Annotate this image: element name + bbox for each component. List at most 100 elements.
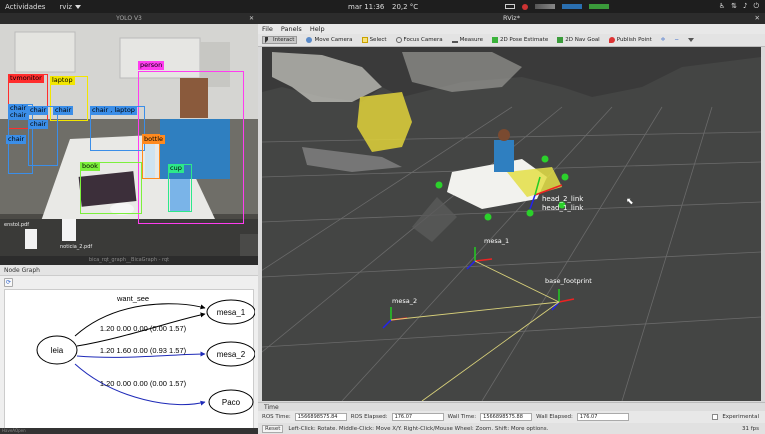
tool-2d-nav-goal[interactable]: 2D Nav Goal (557, 37, 600, 43)
detection-label: person (138, 61, 165, 70)
close-icon[interactable]: ✕ (249, 13, 254, 24)
weather-indicator[interactable]: 20,2 °C (392, 3, 418, 11)
footer-text: HaveAOpen (0, 428, 258, 434)
ros-elapsed-field[interactable]: 176.07 (391, 413, 444, 421)
node-label: mesa_1 (217, 308, 246, 317)
experimental-checkbox[interactable] (712, 414, 719, 420)
tool-label: 2D Nav Goal (565, 37, 600, 43)
detection-label: chair (8, 111, 29, 120)
detection-label: chair (28, 120, 49, 129)
time-panel: ROS Time: 1566898575.84 ROS Elapsed: 176… (258, 411, 765, 423)
detection-label: tvmonitor (8, 74, 44, 83)
yolo-camera-view: tvmonitor laptop person chair chair chai… (0, 24, 258, 256)
wall-elapsed-field[interactable]: 176.07 (576, 413, 629, 421)
rviz-window: RViz* ✕ File Panels Help Interact Move C… (258, 13, 765, 434)
focus-camera-icon (395, 37, 402, 43)
reset-button[interactable]: Reset (262, 424, 284, 433)
network-icon[interactable]: ⇅ (731, 2, 737, 11)
wall-elapsed-label: Wall Elapsed: (536, 414, 573, 420)
battery-icon[interactable] (505, 4, 515, 9)
rqt-window-title[interactable]: bica_rqt_graph__BicaGraph - rqt (0, 256, 258, 265)
tool-publish-point[interactable]: Publish Point (608, 37, 652, 43)
node-label: leia (51, 346, 64, 355)
tool-interact[interactable]: Interact (262, 36, 298, 44)
fps-readout: 31 fps (741, 425, 759, 432)
tool-move-camera[interactable]: Move Camera (306, 37, 353, 43)
ros-time-field[interactable]: 1566898575.84 (294, 413, 347, 421)
system-top-bar: Actividades rviz mar 11:36 20,2 °C ♿ ⇅ ♪… (0, 0, 765, 13)
wall-time-label: Wall Time: (447, 414, 477, 420)
tool-2d-pose-estimate[interactable]: 2D Pose Estimate (491, 37, 549, 43)
person-head (498, 129, 510, 141)
person-mesh (494, 140, 514, 172)
publish-point-icon (608, 37, 615, 43)
clock[interactable]: mar 11:36 (348, 3, 384, 11)
menu-panels[interactable]: Panels (281, 24, 302, 34)
ros-time-label: ROS Time: (262, 414, 291, 420)
file-label[interactable]: noticia_2.pdf (60, 244, 92, 250)
chart-indicator-icon[interactable] (535, 4, 555, 9)
edge-label: 1.20 0.00 0.00 (0.00 1.57) (100, 324, 187, 333)
edge-label: 1.20 1.60 0.00 (0.93 1.57) (100, 346, 187, 355)
frame-label: head_1_link (542, 204, 584, 212)
menu-help[interactable]: Help (310, 24, 325, 34)
chevron-down-icon (687, 38, 694, 42)
tool-options-button[interactable] (687, 38, 694, 42)
indicator-icon[interactable] (522, 3, 528, 10)
minus-icon: − (674, 37, 679, 43)
tool-label: Publish Point (616, 37, 652, 43)
add-tool-button[interactable]: ✛ (661, 37, 666, 43)
node-graph-header: Node Graph (0, 265, 258, 276)
tool-bar: Interact Move Camera Select Focus Camera… (258, 34, 765, 47)
frame-label: head_2_link (542, 195, 584, 203)
node-label: mesa_2 (217, 350, 246, 359)
app-menu[interactable]: rviz (59, 3, 82, 11)
refresh-icon[interactable]: ⟳ (4, 278, 13, 287)
detection-label: chair (53, 106, 74, 115)
detection-label: bottle (142, 135, 166, 144)
rviz-title: RViz* (503, 14, 520, 22)
power-icon[interactable]: ⏻ (753, 2, 759, 11)
status-icons: ♿ ⇅ ♪ ⏻ (719, 2, 759, 11)
cursor-icon (265, 37, 271, 43)
yolo-window: YOLO V3 ✕ tvmonitor laptop person chair … (0, 13, 258, 265)
detection-label: book (80, 162, 100, 171)
detection-box-chair (28, 106, 58, 166)
rviz-3d-viewport[interactable]: head_2_link head_1_link mesa_1 base_foot… (262, 47, 761, 401)
tool-measure[interactable]: Measure (451, 37, 483, 43)
edge-label: want_see (116, 294, 149, 303)
experimental-label: Experimental (722, 414, 759, 420)
accessibility-icon[interactable]: ♿ (719, 2, 725, 11)
nav-goal-icon (557, 37, 564, 43)
move-camera-icon (306, 37, 313, 43)
tool-label: Select (369, 37, 387, 43)
close-icon[interactable]: ✕ (755, 13, 760, 24)
remove-tool-button[interactable]: − (674, 37, 679, 43)
rviz-title-bar[interactable]: RViz* ✕ (258, 13, 765, 24)
status-bar: Reset Left-Click: Rotate. Middle-Click: … (258, 423, 765, 434)
tool-select[interactable]: Select (361, 37, 387, 43)
graph-canvas[interactable]: leia mesa_1 mesa_2 Paco want_see 1.20 0.… (4, 289, 256, 429)
file-label[interactable]: enstol.pdf (4, 222, 29, 228)
node-graph-panel: Node Graph ⟳ leia mesa_1 mesa_2 Paco wan… (0, 265, 258, 434)
menu-file[interactable]: File (262, 24, 273, 34)
wall-time-field[interactable]: 1566898575.88 (480, 413, 533, 421)
tool-label: 2D Pose Estimate (499, 37, 549, 43)
tool-label: Move Camera (314, 37, 353, 43)
memory-graph-icon[interactable] (589, 4, 609, 9)
yolo-title: YOLO V3 (116, 15, 142, 22)
node-label: Paco (222, 398, 241, 407)
yolo-title-bar[interactable]: YOLO V3 ✕ (0, 13, 258, 24)
cpu-graph-icon[interactable] (562, 4, 582, 9)
pose-estimate-icon (491, 37, 498, 43)
frame-label: mesa_2 (392, 297, 418, 305)
graph-svg: leia mesa_1 mesa_2 Paco want_see 1.20 0.… (36, 294, 256, 415)
detection-label: chair (6, 135, 27, 144)
edge-label: 1.20 0.00 0.00 (0.00 1.57) (100, 379, 187, 388)
tool-focus-camera[interactable]: Focus Camera (395, 37, 443, 43)
activities-button[interactable]: Actividades (5, 3, 45, 11)
frame-label: mesa_1 (484, 237, 510, 245)
point-cloud-floor (302, 147, 402, 172)
frame-label: base_footprint (545, 277, 592, 285)
volume-icon[interactable]: ♪ (743, 2, 747, 11)
